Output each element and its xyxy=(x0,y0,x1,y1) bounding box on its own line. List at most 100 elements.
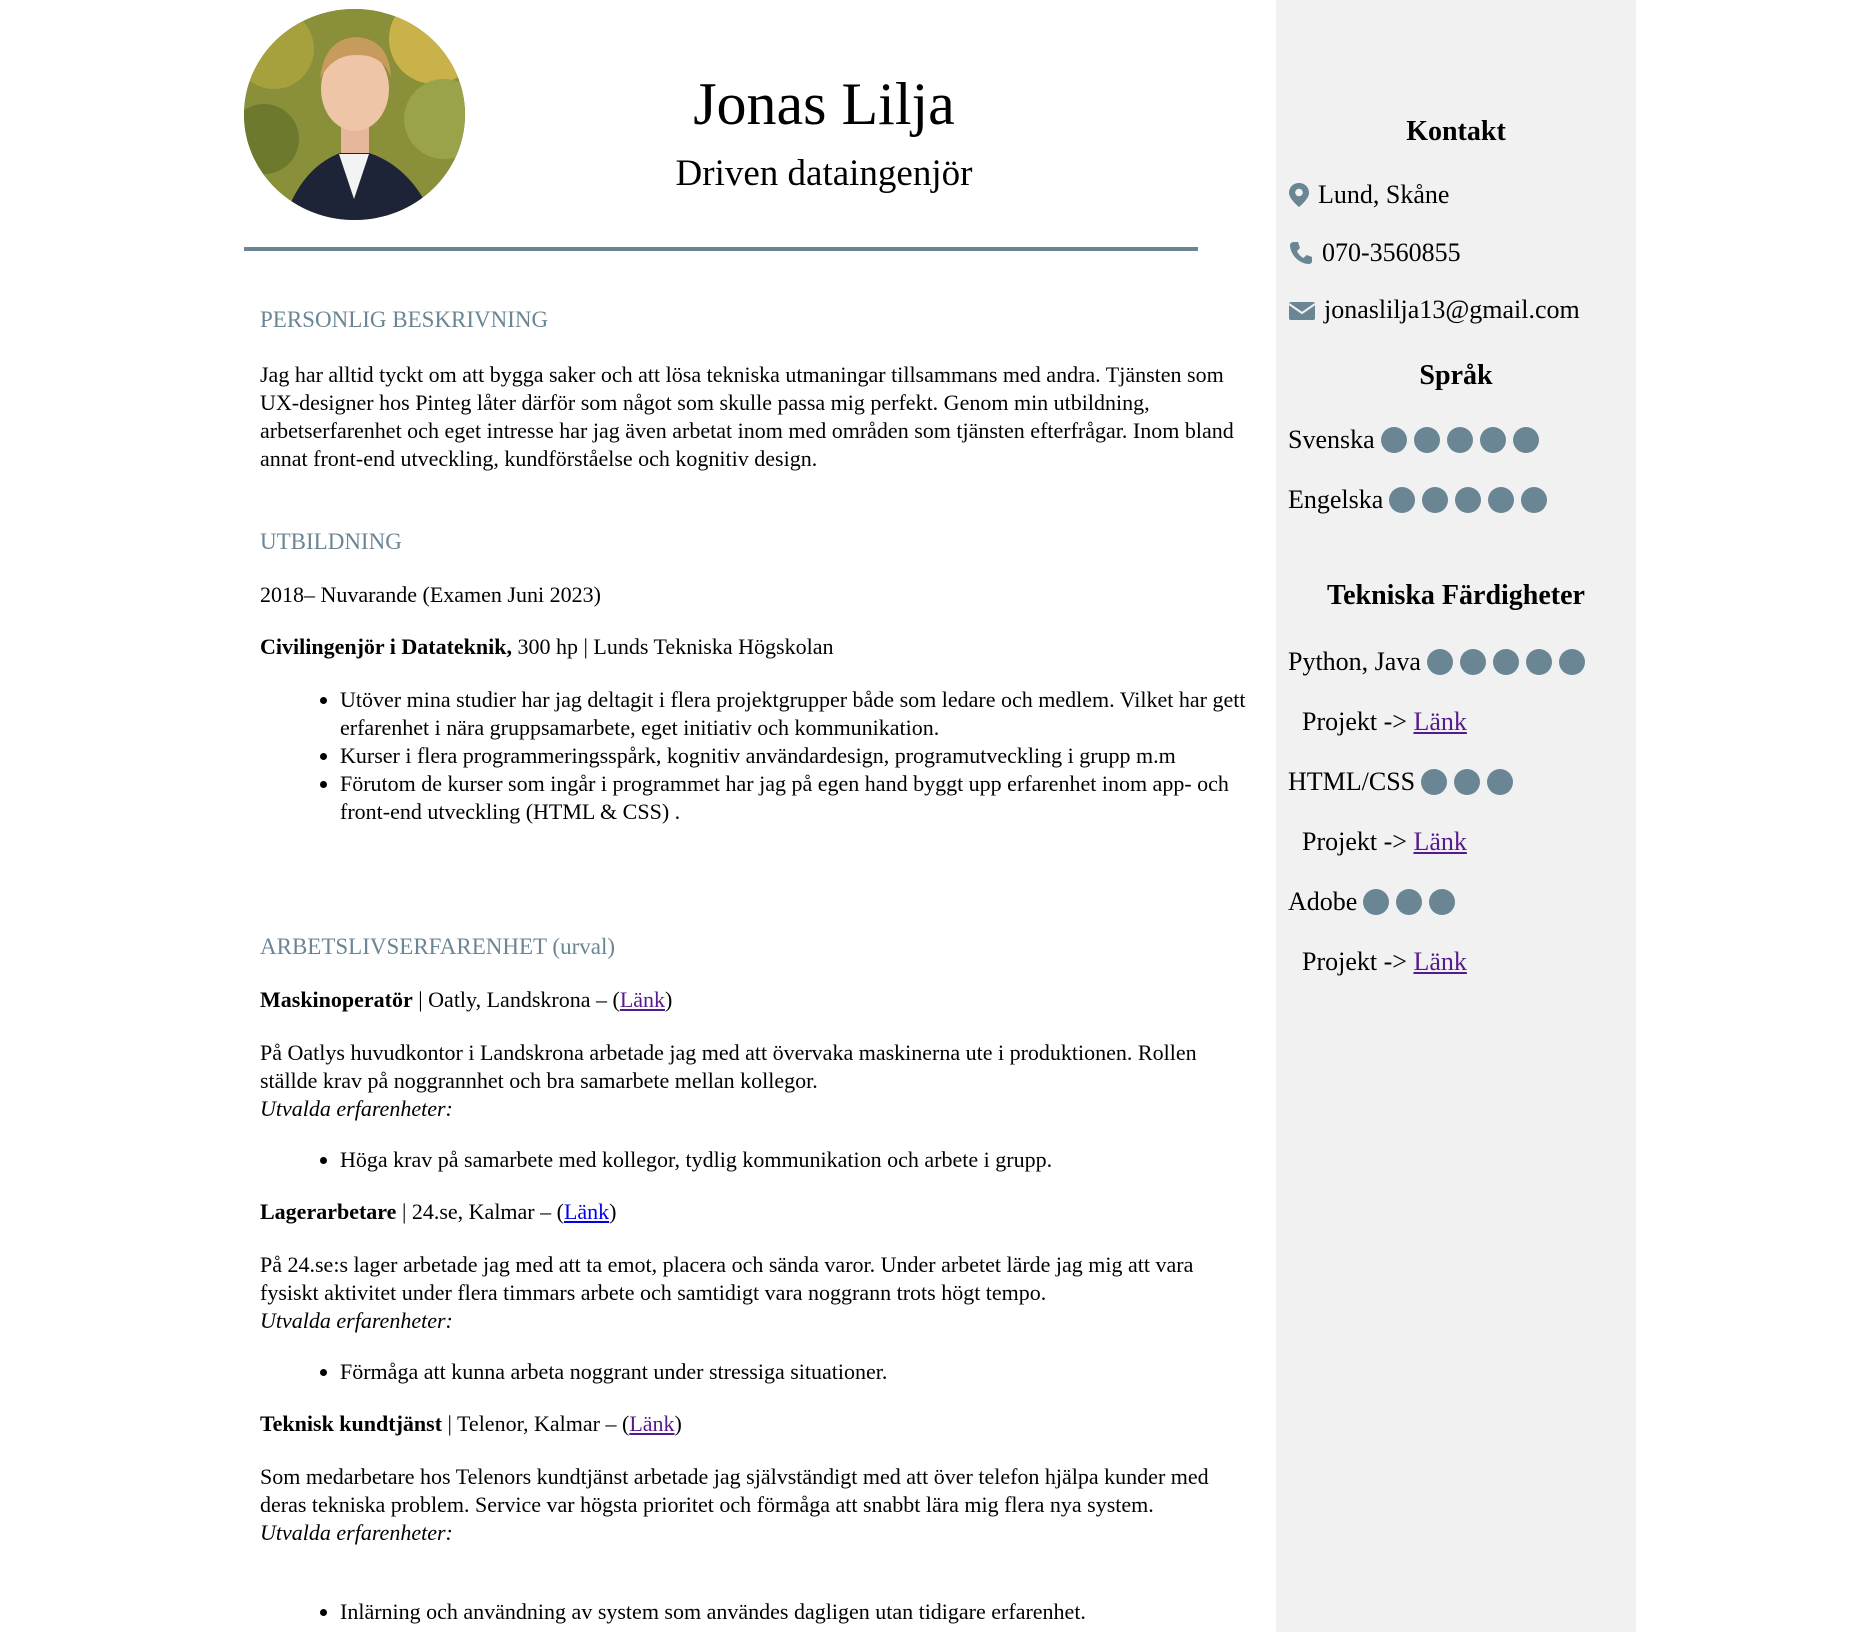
level-dots xyxy=(1380,427,1546,453)
level-dot xyxy=(1479,427,1506,453)
level-dot xyxy=(1429,889,1456,915)
job-desc-text: På Oatlys huvudkontor i Landskrona arbet… xyxy=(260,1040,1197,1093)
envelope-icon xyxy=(1288,297,1316,323)
level-dot xyxy=(1422,487,1449,513)
level-dots xyxy=(1389,487,1554,513)
section-title-personal: PERSONLIG BESKRIVNING xyxy=(260,307,549,332)
job-link[interactable]: Länk xyxy=(620,987,665,1012)
full-name: Jonas Lilja xyxy=(693,71,955,137)
skill-name: Adobe xyxy=(1288,887,1358,916)
list-item: Förutom de kurser som ingår i programmet… xyxy=(340,770,1250,826)
job-desc-text: Som medarbetare hos Telenors kundtjänst … xyxy=(260,1464,1209,1517)
skill-html-css: HTML/CSS xyxy=(1288,766,1520,798)
degree-details: 300 hp | Lunds Tekniska Högskolan xyxy=(512,634,834,659)
level-dot xyxy=(1525,649,1552,675)
skill-project: Projekt -> Länk xyxy=(1302,826,1467,858)
job-role: Lagerarbetare xyxy=(260,1199,397,1224)
skill-name: Python, Java xyxy=(1288,647,1421,676)
job-bullets: Inlärning och användning av system som a… xyxy=(260,1598,1250,1626)
level-dot xyxy=(1487,769,1514,795)
tagline: Driven dataingenjör xyxy=(675,153,973,194)
skill-python-java: Python, Java xyxy=(1288,646,1592,678)
level-dot xyxy=(1558,649,1585,675)
education-bullets: Utöver mina studier har jag deltagit i f… xyxy=(260,686,1250,826)
level-dot xyxy=(1512,427,1539,453)
level-dot xyxy=(1492,649,1519,675)
job-role: Teknisk kundtjänst xyxy=(260,1411,443,1436)
level-dot xyxy=(1455,487,1482,513)
skills-heading: Tekniska Färdigheter xyxy=(1327,580,1585,611)
job-bullets: Förmåga att kunna arbeta noggrant under … xyxy=(260,1358,1250,1386)
list-item: Inlärning och användning av system som a… xyxy=(340,1598,1250,1626)
project-label: Projekt -> xyxy=(1302,947,1407,976)
personal-description: Jag har alltid tyckt om att bygga saker … xyxy=(260,361,1250,473)
level-dot xyxy=(1454,769,1481,795)
job-description: Som medarbetare hos Telenors kundtjänst … xyxy=(260,1463,1250,1547)
job-link[interactable]: Länk xyxy=(564,1199,609,1224)
job-description: På 24.se:s lager arbetade jag med att ta… xyxy=(260,1251,1250,1335)
contact-email: jonaslilja13@gmail.com xyxy=(1288,294,1580,326)
level-dots xyxy=(1421,769,1520,795)
phone-text: 070-3560855 xyxy=(1322,238,1461,267)
experience-label: Utvalda erfarenheter: xyxy=(260,1520,453,1545)
level-dot xyxy=(1380,427,1407,453)
level-dot xyxy=(1488,487,1515,513)
job-heading: Lagerarbetare | 24.se, Kalmar – (Länk) xyxy=(260,1198,1250,1226)
level-dots xyxy=(1363,889,1462,915)
level-dot xyxy=(1426,649,1453,675)
level-dot xyxy=(1459,649,1486,675)
skill-adobe: Adobe xyxy=(1288,886,1462,918)
job-heading: Maskinoperatör | Oatly, Landskrona – (Lä… xyxy=(260,986,1250,1014)
job-link-close: ) xyxy=(609,1199,617,1224)
personal-text: Jag har alltid tyckt om att bygga saker … xyxy=(260,362,1234,471)
profile-photo xyxy=(244,9,465,220)
language-name: Engelska xyxy=(1288,485,1384,514)
degree-title: Civilingenjör i Datateknik, xyxy=(260,634,513,659)
job-place: | 24.se, Kalmar – ( xyxy=(396,1199,564,1224)
languages-heading: Språk xyxy=(1419,360,1493,391)
project-link[interactable]: Länk xyxy=(1413,946,1466,978)
project-label: Projekt -> xyxy=(1302,707,1407,736)
contact-heading: Kontakt xyxy=(1406,116,1506,147)
list-item: Förmåga att kunna arbeta noggrant under … xyxy=(340,1358,1250,1386)
language-name: Svenska xyxy=(1288,425,1375,454)
level-dot xyxy=(1363,889,1390,915)
resume-header: Jonas Lilja Driven dataingenjör xyxy=(244,0,1250,253)
section-title-work: ARBETSLIVSERFARENHET (urval) xyxy=(260,934,615,959)
job-desc-text: På 24.se:s lager arbetade jag med att ta… xyxy=(260,1252,1194,1305)
language-engelska: Engelska xyxy=(1288,484,1554,516)
list-item: Utöver mina studier har jag deltagit i f… xyxy=(340,686,1250,742)
level-dot xyxy=(1389,487,1416,513)
map-pin-icon xyxy=(1288,182,1310,208)
skill-project: Projekt -> Länk xyxy=(1302,706,1467,738)
sidebar: Kontakt Lund, Skåne 070-3560855 jonaslil… xyxy=(1276,0,1636,1632)
skill-name: HTML/CSS xyxy=(1288,767,1416,796)
header-divider xyxy=(244,247,1198,251)
job-link-close: ) xyxy=(665,987,673,1012)
contact-location: Lund, Skåne xyxy=(1288,179,1449,211)
job-link[interactable]: Länk xyxy=(629,1411,674,1436)
job-place: | Oatly, Landskrona – ( xyxy=(412,987,620,1012)
level-dot xyxy=(1521,487,1548,513)
location-text: Lund, Skåne xyxy=(1318,180,1450,209)
education-degree: Civilingenjör i Datateknik, 300 hp | Lun… xyxy=(260,633,1250,661)
education-period: 2018– Nuvarande (Examen Juni 2023) xyxy=(260,581,1250,609)
resume-main: Jonas Lilja Driven dataingenjör PERSONLI… xyxy=(244,0,1250,1632)
phone-icon xyxy=(1288,240,1314,266)
level-dot xyxy=(1396,889,1423,915)
job-description: På Oatlys huvudkontor i Landskrona arbet… xyxy=(260,1039,1250,1123)
job-bullets: Höga krav på samarbete med kollegor, tyd… xyxy=(260,1146,1250,1174)
language-svenska: Svenska xyxy=(1288,424,1546,456)
job-role: Maskinoperatör xyxy=(260,987,413,1012)
level-dot xyxy=(1421,769,1448,795)
project-link[interactable]: Länk xyxy=(1413,706,1466,738)
level-dot xyxy=(1413,427,1440,453)
skill-project: Projekt -> Länk xyxy=(1302,946,1467,978)
email-text: jonaslilja13@gmail.com xyxy=(1324,295,1580,324)
experience-label: Utvalda erfarenheter: xyxy=(260,1096,453,1121)
project-link[interactable]: Länk xyxy=(1413,826,1466,858)
job-heading: Teknisk kundtjänst | Telenor, Kalmar – (… xyxy=(260,1410,1250,1438)
level-dot xyxy=(1446,427,1473,453)
list-item: Höga krav på samarbete med kollegor, tyd… xyxy=(340,1146,1250,1174)
project-label: Projekt -> xyxy=(1302,827,1407,856)
